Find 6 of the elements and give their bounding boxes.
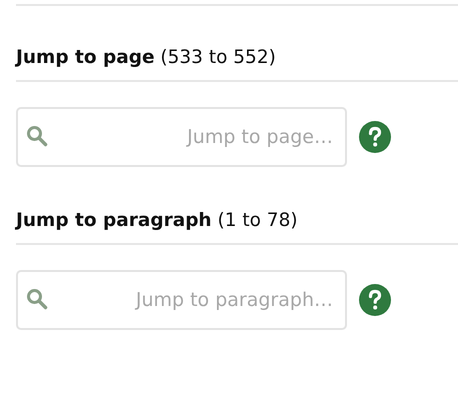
search-field[interactable]: Jump to page… (16, 107, 347, 167)
search-field[interactable]: Jump to paragraph… (16, 270, 347, 330)
help-icon[interactable] (359, 284, 391, 316)
help-icon[interactable] (359, 121, 391, 153)
section-heading: Jump to paragraph (1 to 78) (16, 209, 299, 233)
section-heading: Jump to page (533 to 552) (16, 46, 277, 70)
